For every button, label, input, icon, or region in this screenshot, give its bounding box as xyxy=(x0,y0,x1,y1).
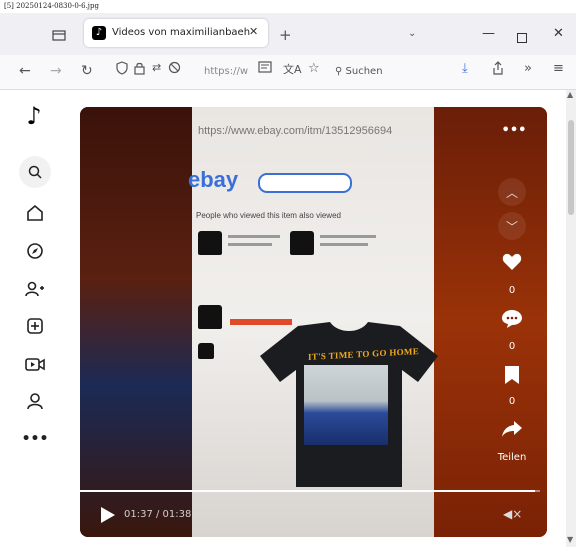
comment-icon[interactable] xyxy=(501,309,523,333)
tiktok-icon: ♪ xyxy=(92,26,106,40)
comment-count: 0 xyxy=(508,341,516,352)
forward-icon[interactable]: → xyxy=(50,63,62,79)
following-icon[interactable] xyxy=(24,278,46,300)
permissions-icon[interactable]: ⇄ xyxy=(152,61,161,74)
live-icon[interactable] xyxy=(24,353,46,375)
tab-list-icon[interactable] xyxy=(48,26,70,44)
lock-icon[interactable] xyxy=(134,61,145,79)
product-text xyxy=(320,243,368,246)
ebay-search-bar xyxy=(258,173,352,193)
product-text xyxy=(320,235,376,238)
video-player[interactable]: https://www.ebay.com/itm/13512956694 eba… xyxy=(80,107,547,537)
more-options-icon[interactable]: ••• xyxy=(496,123,532,138)
tracking-blocked-icon[interactable] xyxy=(168,61,181,78)
more-icon[interactable]: ••• xyxy=(22,428,49,450)
new-tab-button[interactable]: + xyxy=(279,26,292,44)
bookmark-star-icon[interactable]: ☆ xyxy=(308,61,320,76)
download-icon[interactable]: ⤓ xyxy=(462,61,468,76)
previous-video-button[interactable]: ︿ xyxy=(498,178,526,206)
navigation-toolbar: ← → ↻ ⇄ https://w 文A ☆ ⚲ Suchen ⤓ » ≡ xyxy=(0,55,576,90)
upload-icon[interactable] xyxy=(24,315,46,337)
play-icon[interactable] xyxy=(101,507,115,523)
translate-icon[interactable]: 文A xyxy=(283,61,302,77)
overflow-menu-icon[interactable]: » xyxy=(524,61,532,76)
video-progress-fill xyxy=(80,490,536,492)
tiktok-logo[interactable]: ♪ xyxy=(20,102,48,130)
share-arrow-icon[interactable] xyxy=(501,420,523,442)
bookmark-icon[interactable] xyxy=(504,365,520,389)
like-icon[interactable] xyxy=(502,253,522,275)
product-text xyxy=(228,243,272,246)
reload-icon[interactable]: ↻ xyxy=(81,63,93,79)
close-tab-icon[interactable]: ✕ xyxy=(249,25,258,38)
ebay-logo: ebay xyxy=(188,167,239,192)
home-icon[interactable] xyxy=(24,202,46,224)
page-scrollbar[interactable]: ▲ ▼ xyxy=(566,90,576,547)
share-icon[interactable] xyxy=(492,61,504,79)
shield-icon[interactable] xyxy=(116,61,128,79)
all-tabs-icon[interactable]: ⌄ xyxy=(408,28,416,39)
search-button[interactable] xyxy=(19,156,51,188)
video-progress-bar[interactable] xyxy=(80,490,540,492)
tiktok-sidebar: ♪ ••• xyxy=(0,90,68,547)
product-thumbnail xyxy=(198,305,222,329)
video-left-blur xyxy=(80,107,192,537)
scroll-up-icon[interactable]: ▲ xyxy=(567,90,573,99)
search-input[interactable]: Suchen xyxy=(346,66,383,77)
tab-strip: ♪ Videos von maximilianbaehring ✕ + ⌄ — … xyxy=(0,13,576,55)
ebay-heading: People who viewed this item also viewed xyxy=(196,211,341,220)
reader-view-icon[interactable] xyxy=(258,61,272,77)
profile-icon[interactable] xyxy=(24,390,46,412)
back-icon[interactable]: ← xyxy=(19,63,31,79)
url-field[interactable]: https://w xyxy=(204,60,292,84)
next-video-button[interactable]: ﹀ xyxy=(498,212,526,240)
minimize-button[interactable]: — xyxy=(482,26,495,41)
overlay-url-text: https://www.ebay.com/itm/13512956694 xyxy=(198,125,393,137)
video-right-blur xyxy=(432,107,547,537)
search-icon xyxy=(28,165,42,179)
product-thumbnail xyxy=(290,231,314,255)
like-count: 0 xyxy=(508,285,516,296)
search-box[interactable]: ⚲ Suchen xyxy=(335,60,445,84)
save-count: 0 xyxy=(508,396,516,407)
hamburger-menu-icon[interactable]: ≡ xyxy=(553,61,564,76)
scroll-down-icon[interactable]: ▼ xyxy=(567,535,573,544)
product-thumbnail xyxy=(198,343,214,359)
share-label[interactable]: Teilen xyxy=(490,452,534,463)
scrollbar-thumb[interactable] xyxy=(568,120,574,215)
window-close-button[interactable]: ✕ xyxy=(553,26,564,41)
explore-compass-icon[interactable] xyxy=(24,240,46,262)
maximize-button[interactable] xyxy=(517,33,527,43)
tab-active[interactable]: ♪ Videos von maximilianbaehring ✕ xyxy=(84,19,268,47)
file-caption: [5] 20250124-0830-0-6.jpg xyxy=(4,2,99,10)
playback-time: 01:37 / 01:38 xyxy=(124,509,192,520)
search-icon: ⚲ xyxy=(335,66,343,77)
product-text xyxy=(228,235,280,238)
mute-icon[interactable]: ◀× xyxy=(503,507,522,521)
product-thumbnail xyxy=(198,231,222,255)
shirt-print-image xyxy=(304,365,388,445)
tab-title: Videos von maximilianbaehring xyxy=(112,27,250,38)
